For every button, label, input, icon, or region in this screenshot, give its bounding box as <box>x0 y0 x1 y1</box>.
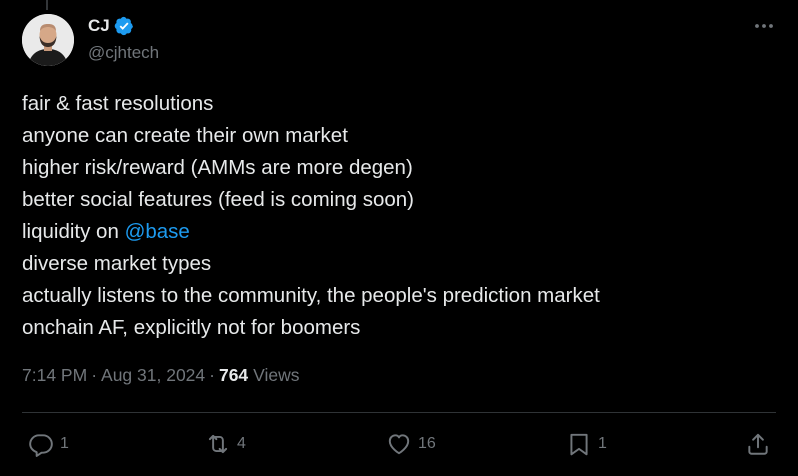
post-line: fair & fast resolutions <box>22 92 214 115</box>
post-line-prefix: liquidity on <box>22 220 125 243</box>
reply-icon <box>29 434 53 457</box>
author-name-row: CJ <box>88 15 134 37</box>
post-line: higher risk/reward (AMMs are more degen) <box>22 156 413 179</box>
share-icon <box>748 433 768 455</box>
thread-connector-line <box>46 0 48 10</box>
post-line: better social features (feed is coming s… <box>22 188 414 211</box>
views-count: 764 <box>218 365 249 385</box>
more-horizontal-icon <box>755 24 773 28</box>
post-date[interactable]: Aug 31, 2024 <box>101 365 205 386</box>
author-handle[interactable]: @cjhtech <box>88 43 159 63</box>
post-line: onchain AF, explicitly not for boomers <box>22 316 361 339</box>
meta-separator: · <box>91 365 98 385</box>
post-meta: 7:14 PM · Aug 31, 2024 · 764 Views <box>22 365 300 386</box>
like-count: 16 <box>418 435 436 452</box>
meta-separator: · <box>209 365 215 385</box>
post-line: diverse market types <box>22 252 212 275</box>
avatar-image <box>22 14 74 66</box>
action-bar: 1 4 16 1 <box>0 428 798 460</box>
mention-link[interactable]: @base <box>125 220 190 243</box>
bookmark-button[interactable]: 1 <box>566 428 607 460</box>
divider <box>22 412 776 413</box>
bookmark-count: 1 <box>598 435 607 452</box>
repost-icon <box>208 434 228 454</box>
repost-button[interactable]: 4 <box>205 428 246 460</box>
post-body: fair & fast resolutions anyone can creat… <box>22 88 782 344</box>
reply-count: 1 <box>60 435 69 452</box>
share-button[interactable] <box>745 428 771 460</box>
like-button[interactable]: 16 <box>386 428 436 460</box>
post-time[interactable]: 7:14 PM <box>22 365 87 386</box>
heart-icon <box>388 434 410 455</box>
repost-count: 4 <box>237 435 246 452</box>
avatar[interactable] <box>22 14 74 66</box>
post-line: liquidity on @base <box>22 216 782 248</box>
more-options-button[interactable] <box>752 16 776 36</box>
author-display-name[interactable]: CJ <box>88 16 110 36</box>
post-line: actually listens to the community, the p… <box>22 284 600 307</box>
verified-badge-icon[interactable] <box>114 16 134 36</box>
bookmark-icon <box>570 433 588 456</box>
reply-button[interactable]: 1 <box>28 428 69 460</box>
post-line: anyone can create their own market <box>22 124 348 147</box>
views-label: Views <box>253 365 300 385</box>
